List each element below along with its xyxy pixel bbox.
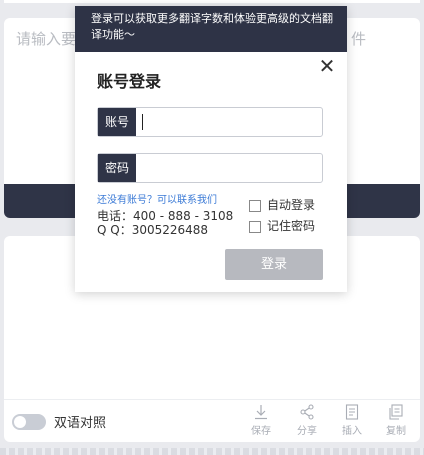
dialog-title: 账号登录	[97, 72, 162, 91]
output-footer: 双语对照 保存 分享 插入 复制	[4, 399, 420, 442]
phone-number: 电话：400 - 888 - 3108	[97, 209, 234, 223]
login-benefit-banner: 登录可以获取更多翻译字数和体验更高级的文档翻译功能～	[75, 6, 347, 52]
account-input[interactable]	[140, 111, 314, 135]
source-input-placeholder-tail: 件	[350, 30, 366, 48]
password-label: 密码	[98, 154, 136, 182]
copy-icon	[389, 404, 403, 420]
insert-label: 插入	[342, 426, 362, 437]
login-button[interactable]: 登录	[225, 249, 323, 280]
qq-number: Q Q：3005226488	[97, 223, 209, 237]
bilingual-toggle[interactable]	[12, 414, 46, 430]
top-edge	[4, 0, 420, 3]
remember-password-checkbox[interactable]: 记住密码	[249, 217, 315, 234]
password-field[interactable]: 密码	[97, 153, 323, 183]
account-label: 账号	[98, 108, 136, 136]
bottom-edge-strip	[0, 448, 424, 455]
account-field[interactable]: 账号	[97, 107, 323, 137]
close-icon[interactable]: ✕	[317, 56, 337, 76]
password-input[interactable]	[140, 157, 314, 181]
remember-password-label: 记住密码	[267, 219, 316, 233]
share-button[interactable]: 分享	[290, 402, 324, 440]
checkbox-box[interactable]	[249, 220, 261, 233]
insert-button[interactable]: 插入	[335, 402, 369, 440]
checkbox-box[interactable]	[249, 199, 261, 212]
share-label: 分享	[297, 426, 317, 437]
source-input-placeholder: 请输入要	[16, 30, 77, 48]
login-dialog: 登录可以获取更多翻译字数和体验更高级的文档翻译功能～ 账号登录 ✕ 账号 密码 …	[75, 6, 347, 292]
copy-button[interactable]: 复制	[379, 402, 413, 440]
auto-login-label: 自动登录	[267, 198, 316, 212]
toggle-knob	[14, 416, 26, 428]
share-icon	[300, 404, 314, 420]
contact-us-link[interactable]: 还没有账号？可以联系我们	[97, 194, 233, 207]
insert-doc-icon	[345, 404, 359, 420]
bilingual-toggle-label: 双语对照	[54, 416, 107, 431]
contact-info: 还没有账号？可以联系我们 电话：400 - 888 - 3108 Q Q：300…	[97, 194, 233, 237]
download-icon	[255, 405, 267, 420]
auto-login-checkbox[interactable]: 自动登录	[249, 196, 315, 213]
save-button[interactable]: 保存	[244, 402, 278, 440]
save-label: 保存	[251, 426, 271, 437]
copy-label: 复制	[386, 426, 406, 437]
